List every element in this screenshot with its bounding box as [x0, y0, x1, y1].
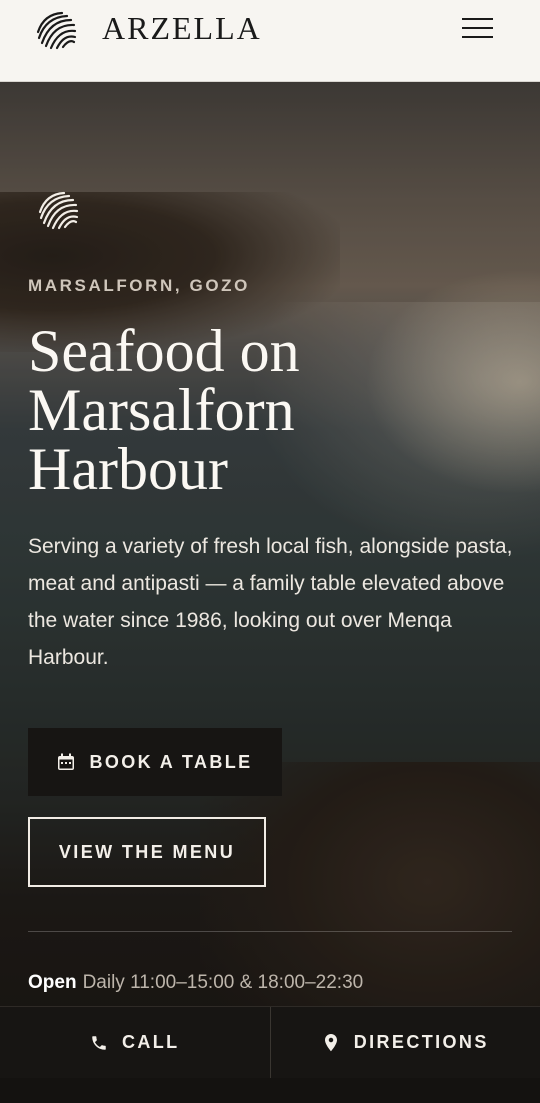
menu-line — [462, 18, 493, 20]
hours-text: Daily 11:00–15:00 & 18:00–22:30 — [82, 972, 364, 993]
hero-description: Serving a variety of fresh local fish, a… — [28, 535, 513, 669]
headline-line: Seafood on — [28, 318, 300, 384]
calendar-icon — [58, 753, 75, 770]
hero-headline: Seafood on Marsalforn Harbour — [28, 321, 508, 502]
location-pin-icon — [324, 1033, 337, 1051]
location-eyebrow: MARSALFORN, GOZO — [28, 276, 250, 295]
call-label: CALL — [121, 1032, 180, 1052]
opening-hours: Open Daily 11:00–15:00 & 18:00–22:30 — [28, 972, 363, 994]
shell-logo-icon[interactable] — [34, 10, 78, 50]
hero-section: MARSALFORN, GOZO Seafood on Marsalforn H… — [0, 82, 540, 1103]
call-button[interactable]: CALL — [0, 1007, 270, 1078]
headline-line: Marsalforn — [28, 377, 295, 443]
headline-line: Harbour — [28, 436, 228, 502]
bottom-strip — [0, 1078, 540, 1103]
site-header: ARZELLA — [0, 0, 540, 82]
phone-icon — [92, 1035, 106, 1050]
brand-name[interactable]: ARZELLA — [102, 8, 262, 48]
directions-button[interactable]: DIRECTIONS — [269, 1007, 540, 1078]
menu-line — [462, 27, 493, 29]
hamburger-menu-icon[interactable] — [460, 17, 496, 39]
open-label: Open — [28, 972, 77, 993]
shell-emblem-icon — [38, 191, 79, 230]
directions-label: DIRECTIONS — [353, 1032, 489, 1052]
bottom-action-bar: CALL DIRECTIONS — [0, 1006, 540, 1078]
view-menu-button[interactable]: VIEW THE MENU — [28, 817, 266, 887]
divider — [28, 931, 512, 932]
book-table-button[interactable]: BOOK A TABLE — [28, 728, 282, 796]
menu-line — [462, 36, 493, 38]
view-menu-label: VIEW THE MENU — [58, 841, 236, 862]
book-table-label: BOOK A TABLE — [89, 751, 253, 772]
